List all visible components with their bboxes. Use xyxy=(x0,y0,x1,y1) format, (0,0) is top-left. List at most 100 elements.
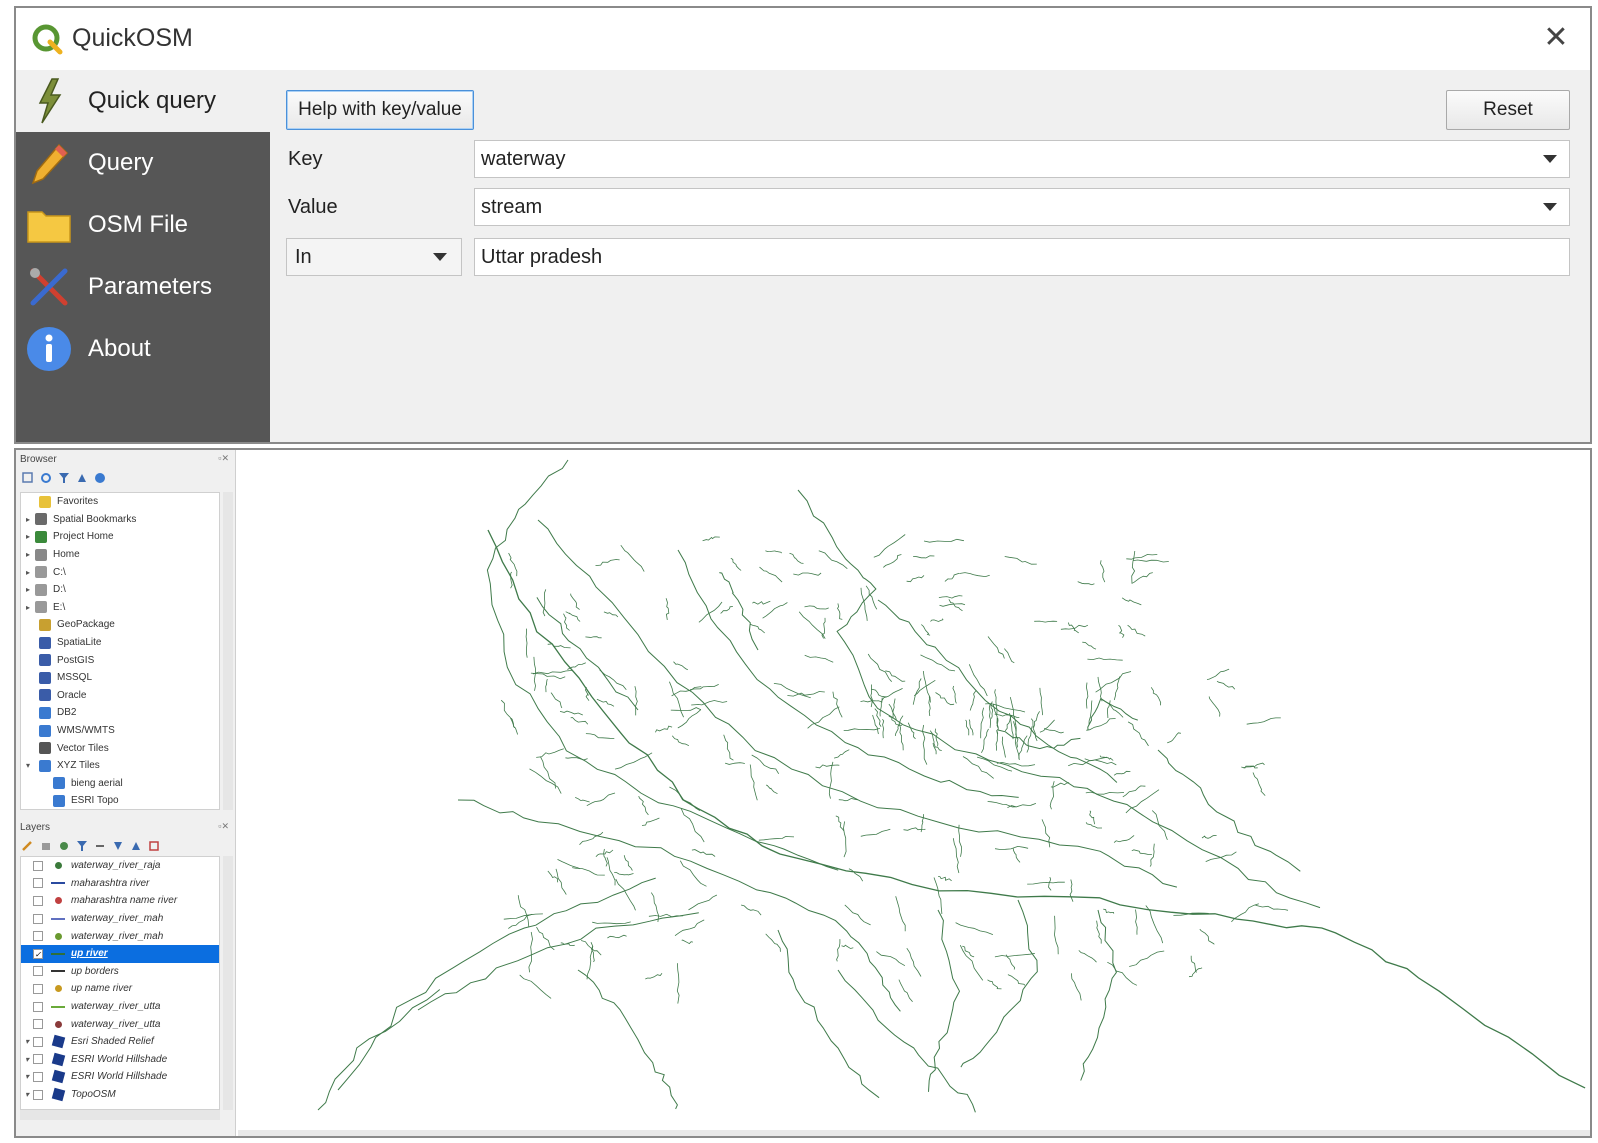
location-type-select[interactable]: In xyxy=(286,238,462,276)
close-button[interactable]: ✕ xyxy=(1538,20,1574,56)
browser-item[interactable]: ESRI Topo xyxy=(21,792,219,809)
browser-tree[interactable]: Favorites ▸ Spatial Bookmarks ▸ Project Home… xyxy=(20,492,220,810)
layer-visibility-checkbox[interactable] xyxy=(33,1071,43,1082)
layer-row[interactable]: maharashtra name river xyxy=(21,892,219,910)
expand-arrow-icon[interactable]: ▾ xyxy=(21,1055,33,1064)
browser-item[interactable]: Oracle xyxy=(21,687,219,705)
layer-row[interactable]: ▾ TopoOSM xyxy=(21,1086,219,1104)
layer-row[interactable]: up borders xyxy=(21,963,219,981)
browser-item[interactable]: ▸ Project Home xyxy=(21,528,219,546)
layer-row[interactable]: waterway_river_mah xyxy=(21,910,219,928)
expand-arrow-icon[interactable]: ▾ xyxy=(21,761,35,770)
layer-visibility-checkbox[interactable] xyxy=(33,1036,43,1047)
layers-tree[interactable]: waterway_river_raja maharashtra river maha… xyxy=(20,856,220,1110)
layer-visibility-checkbox[interactable] xyxy=(33,895,43,906)
manage-map-themes-icon[interactable] xyxy=(58,840,70,852)
layer-row[interactable]: waterway_river_raja xyxy=(21,857,219,875)
layer-row[interactable]: up name river xyxy=(21,980,219,998)
sidebar-item-osm-file[interactable]: OSM File xyxy=(16,194,270,256)
browser-item[interactable]: WMS/WMTS xyxy=(21,722,219,740)
open-layer-styling-icon[interactable] xyxy=(22,840,34,852)
expand-arrow-icon[interactable]: ▸ xyxy=(21,585,35,594)
layer-visibility-checkbox[interactable] xyxy=(33,931,43,942)
browser-scrollbar[interactable] xyxy=(223,492,233,810)
expand-arrow-icon[interactable]: ▸ xyxy=(21,550,35,559)
layers-horizontal-scrollbar[interactable] xyxy=(20,1110,220,1120)
filter-legend-icon[interactable] xyxy=(76,840,88,852)
browser-item[interactable]: ▸ Home xyxy=(21,546,219,564)
layer-visibility-checkbox[interactable] xyxy=(33,878,43,889)
place-input[interactable]: Uttar pradesh xyxy=(474,238,1570,276)
browser-item[interactable]: ▸ E:\ xyxy=(21,599,219,617)
layer-visibility-checkbox[interactable] xyxy=(33,1054,43,1065)
layer-row[interactable]: ▾ ESRI World Hillshade xyxy=(21,1051,219,1069)
expand-all-icon[interactable] xyxy=(112,840,124,852)
expand-arrow-icon[interactable]: ▸ xyxy=(21,568,35,577)
collapse-all-icon[interactable] xyxy=(130,840,142,852)
browser-item[interactable]: ▸ Spatial Bookmarks xyxy=(21,511,219,529)
layer-row[interactable]: ▾ Esri Shaded Relief xyxy=(21,1033,219,1051)
refresh-icon[interactable] xyxy=(40,472,52,484)
drive-icon xyxy=(35,583,47,596)
layer-visibility-checkbox[interactable] xyxy=(33,860,43,871)
layer-visibility-checkbox[interactable] xyxy=(33,1019,43,1030)
browser-item[interactable]: ▸ C:\ xyxy=(21,563,219,581)
browser-item[interactable]: PostGIS xyxy=(21,651,219,669)
browser-item[interactable]: DB2 xyxy=(21,704,219,722)
river-line xyxy=(669,681,684,718)
drive-icon xyxy=(35,566,47,579)
layer-visibility-checkbox[interactable] xyxy=(33,913,43,924)
layer-row[interactable]: waterway_river_mah xyxy=(21,927,219,945)
chevron-down-icon[interactable] xyxy=(1543,203,1557,211)
layer-row[interactable]: ✓ up river xyxy=(21,945,219,963)
browser-item[interactable]: SpatiaLite xyxy=(21,634,219,652)
layer-row[interactable]: waterway_river_utta xyxy=(21,1015,219,1033)
filter-icon[interactable] xyxy=(58,472,70,484)
chevron-down-icon[interactable] xyxy=(433,253,447,261)
chevron-down-icon[interactable] xyxy=(1543,155,1557,163)
reset-button[interactable]: Reset xyxy=(1446,90,1570,130)
browser-item[interactable]: bieng aerial xyxy=(21,775,219,793)
sidebar-item-parameters[interactable]: Parameters xyxy=(16,256,270,318)
expand-arrow-icon[interactable]: ▸ xyxy=(21,603,35,612)
add-selected-icon[interactable] xyxy=(22,472,34,484)
river-line xyxy=(752,600,771,605)
browser-item[interactable]: Favorites xyxy=(21,493,219,511)
collapse-all-icon[interactable] xyxy=(76,472,88,484)
add-group-icon[interactable] xyxy=(40,840,52,852)
layer-row[interactable]: maharashtra river xyxy=(21,875,219,893)
browser-item[interactable]: ▾ XYZ Tiles xyxy=(21,757,219,775)
sidebar-item-quick-query[interactable]: Quick query xyxy=(16,70,270,132)
river-line xyxy=(994,845,1029,850)
layer-row[interactable]: ▾ ESRI World Hillshade xyxy=(21,1068,219,1086)
filter-expression-icon[interactable] xyxy=(94,840,106,852)
layer-visibility-checkbox[interactable] xyxy=(33,1001,43,1012)
help-key-value-button[interactable]: Help with key/value xyxy=(286,90,474,130)
expand-arrow-icon[interactable]: ▸ xyxy=(21,515,35,524)
layer-visibility-checkbox[interactable] xyxy=(33,983,43,994)
layers-scrollbar[interactable] xyxy=(223,856,233,1110)
river-line xyxy=(1150,687,1162,706)
browser-item[interactable]: GeoPackage xyxy=(21,616,219,634)
value-combobox[interactable]: stream xyxy=(474,188,1570,226)
expand-arrow-icon[interactable]: ▾ xyxy=(21,1090,33,1099)
layer-row[interactable]: waterway_river_utta xyxy=(21,998,219,1016)
browser-item[interactable]: MSSQL xyxy=(21,669,219,687)
side-panels: Browser ▫✕ Favorites ▸ Spatial Bookmarks ▸ P… xyxy=(16,450,236,1136)
remove-layer-icon[interactable] xyxy=(148,840,160,852)
expand-arrow-icon[interactable]: ▾ xyxy=(21,1037,33,1046)
browser-item[interactable]: Vector Tiles xyxy=(21,739,219,757)
panel-close-icon[interactable]: ▫✕ xyxy=(218,821,229,832)
expand-arrow-icon[interactable]: ▸ xyxy=(21,532,35,541)
panel-close-icon[interactable]: ▫✕ xyxy=(218,453,229,464)
key-combobox[interactable]: waterway xyxy=(474,140,1570,178)
layer-visibility-checkbox[interactable]: ✓ xyxy=(33,948,43,959)
sidebar-item-about[interactable]: About xyxy=(16,318,270,380)
browser-item[interactable]: ▸ D:\ xyxy=(21,581,219,599)
properties-icon[interactable] xyxy=(94,472,106,484)
layer-visibility-checkbox[interactable] xyxy=(33,1089,43,1100)
layer-visibility-checkbox[interactable] xyxy=(33,966,43,977)
sidebar-item-query[interactable]: Query xyxy=(16,132,270,194)
map-canvas[interactable] xyxy=(238,450,1590,1136)
expand-arrow-icon[interactable]: ▾ xyxy=(21,1072,33,1081)
